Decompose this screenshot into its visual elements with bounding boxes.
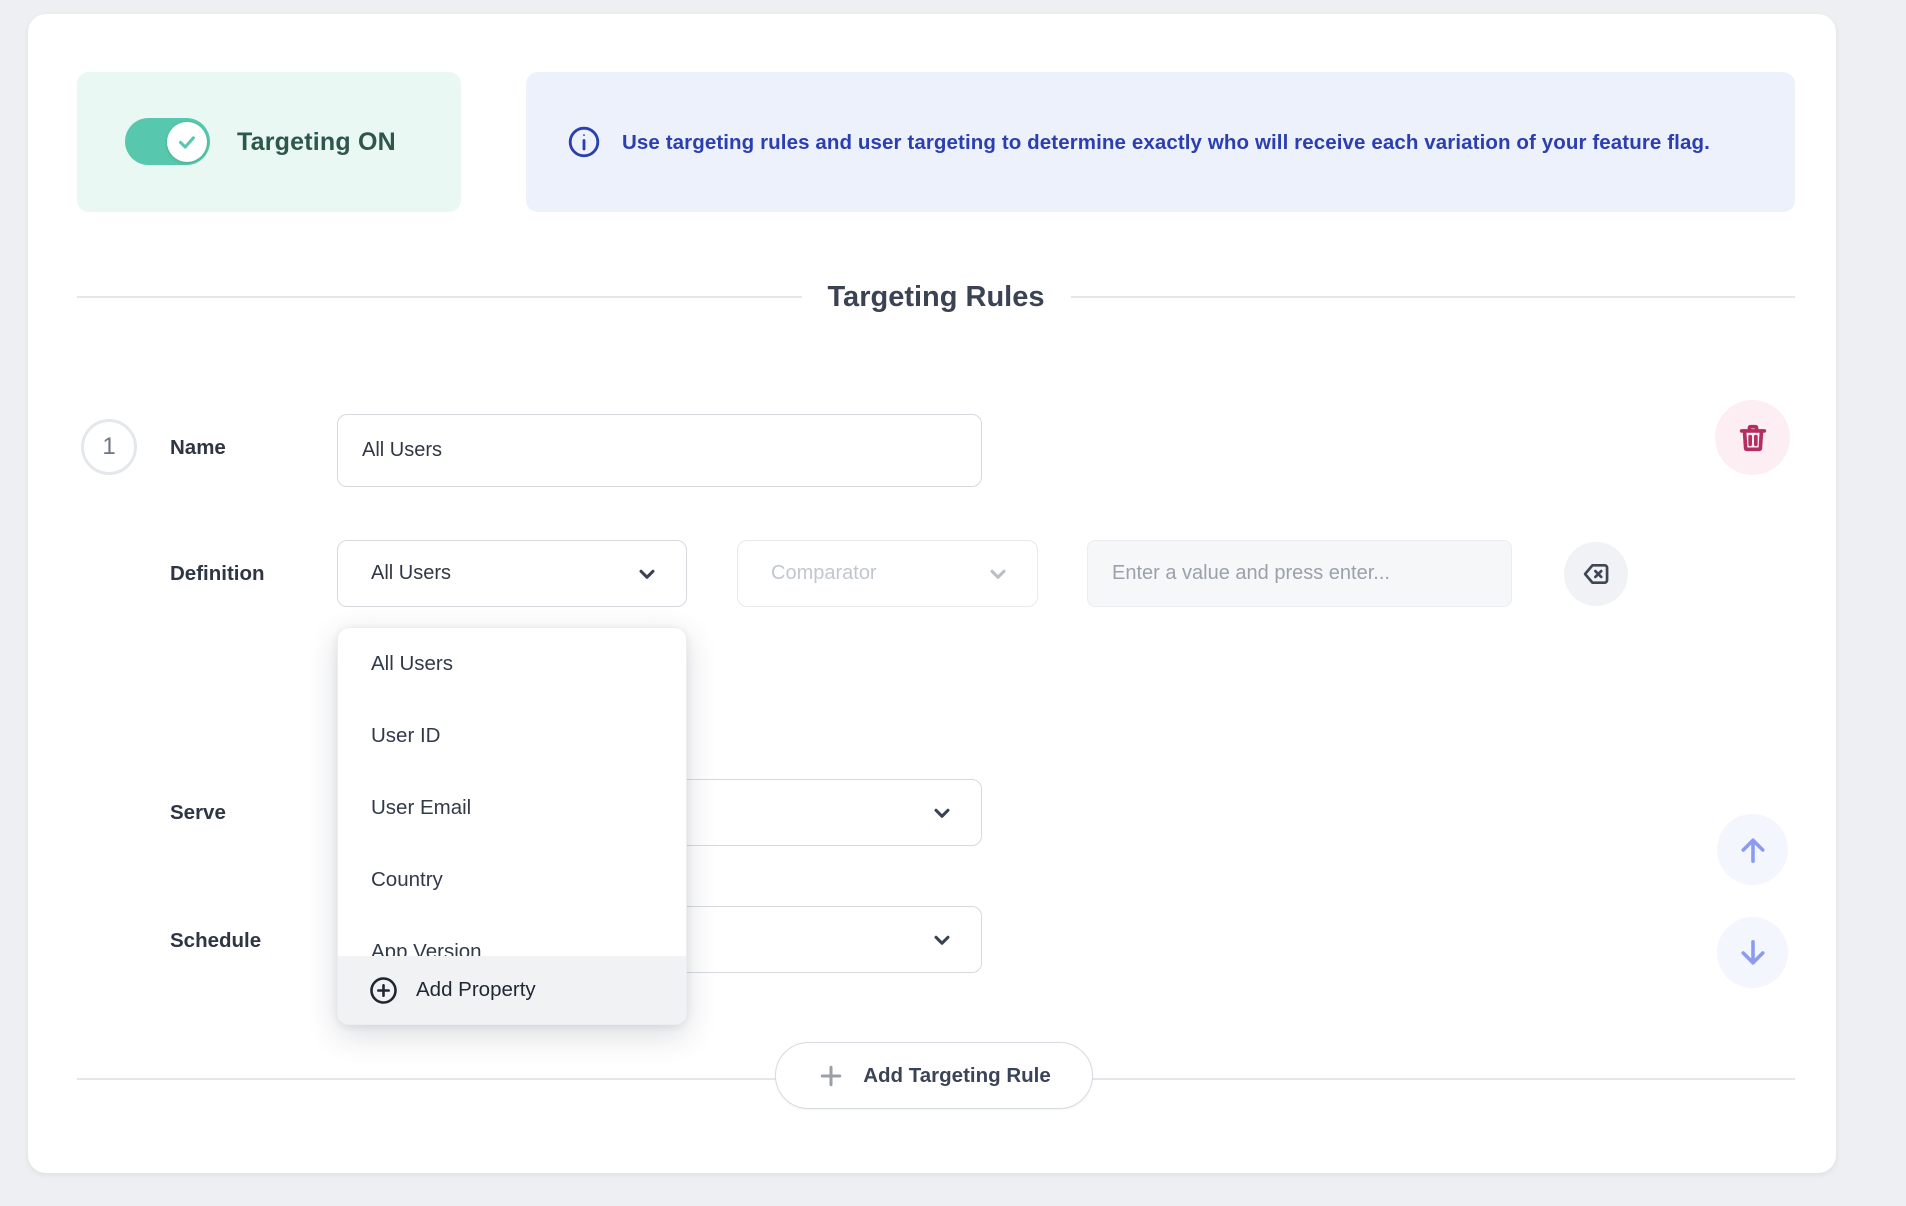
add-targeting-rule-label: Add Targeting Rule xyxy=(863,1064,1051,1088)
add-targeting-rule-button[interactable]: Add Targeting Rule xyxy=(775,1042,1093,1109)
definition-label: Definition xyxy=(170,559,265,589)
divider-line xyxy=(1071,296,1796,298)
check-icon xyxy=(176,131,198,153)
divider-line xyxy=(77,296,802,298)
targeting-panel: Targeting ON Use targeting rules and use… xyxy=(28,14,1836,1173)
comparator-select[interactable]: Comparator xyxy=(737,540,1038,607)
plus-circle-icon xyxy=(368,975,399,1006)
dropdown-item-country[interactable]: Country xyxy=(338,844,686,916)
info-banner: Use targeting rules and user targeting t… xyxy=(526,72,1795,212)
move-rule-up-button[interactable] xyxy=(1717,814,1788,885)
dropdown-item-user-id[interactable]: User ID xyxy=(338,700,686,772)
arrow-up-icon xyxy=(1735,832,1771,868)
chevron-down-icon xyxy=(929,927,955,953)
chevron-down-icon xyxy=(985,561,1011,587)
serve-label: Serve xyxy=(170,798,226,828)
definition-property-select[interactable]: All Users xyxy=(337,540,687,607)
add-property-label: Add Property xyxy=(416,978,536,1002)
section-heading: Targeting Rules xyxy=(77,269,1795,325)
move-rule-down-button[interactable] xyxy=(1717,917,1788,988)
definition-value-input[interactable] xyxy=(1087,540,1512,607)
name-label: Name xyxy=(170,433,226,463)
chevron-down-icon xyxy=(929,800,955,826)
property-dropdown-menu: All Users User ID User Email Country App… xyxy=(337,627,687,1025)
trash-icon xyxy=(1736,421,1770,455)
dropdown-item-all-users[interactable]: All Users xyxy=(338,628,686,700)
targeting-toggle-label: Targeting ON xyxy=(237,72,396,212)
info-banner-text: Use targeting rules and user targeting t… xyxy=(622,126,1710,159)
toggle-knob xyxy=(167,122,207,162)
info-icon xyxy=(566,124,602,160)
comparator-select-placeholder: Comparator xyxy=(771,562,877,585)
plus-icon xyxy=(817,1062,845,1090)
targeting-toggle-card: Targeting ON xyxy=(77,72,461,212)
chevron-down-icon xyxy=(634,561,660,587)
targeting-toggle[interactable] xyxy=(125,118,210,165)
rule-name-input[interactable] xyxy=(337,414,982,487)
add-property-button[interactable]: Add Property xyxy=(338,956,686,1024)
arrow-down-icon xyxy=(1735,935,1771,971)
rule-index-badge: 1 xyxy=(81,419,137,475)
property-select-value: All Users xyxy=(371,562,451,585)
clear-value-button[interactable] xyxy=(1564,542,1628,606)
section-title: Targeting Rules xyxy=(828,281,1045,314)
backspace-icon xyxy=(1580,558,1612,590)
delete-rule-button[interactable] xyxy=(1715,400,1790,475)
dropdown-item-user-email[interactable]: User Email xyxy=(338,772,686,844)
schedule-label: Schedule xyxy=(170,926,261,956)
